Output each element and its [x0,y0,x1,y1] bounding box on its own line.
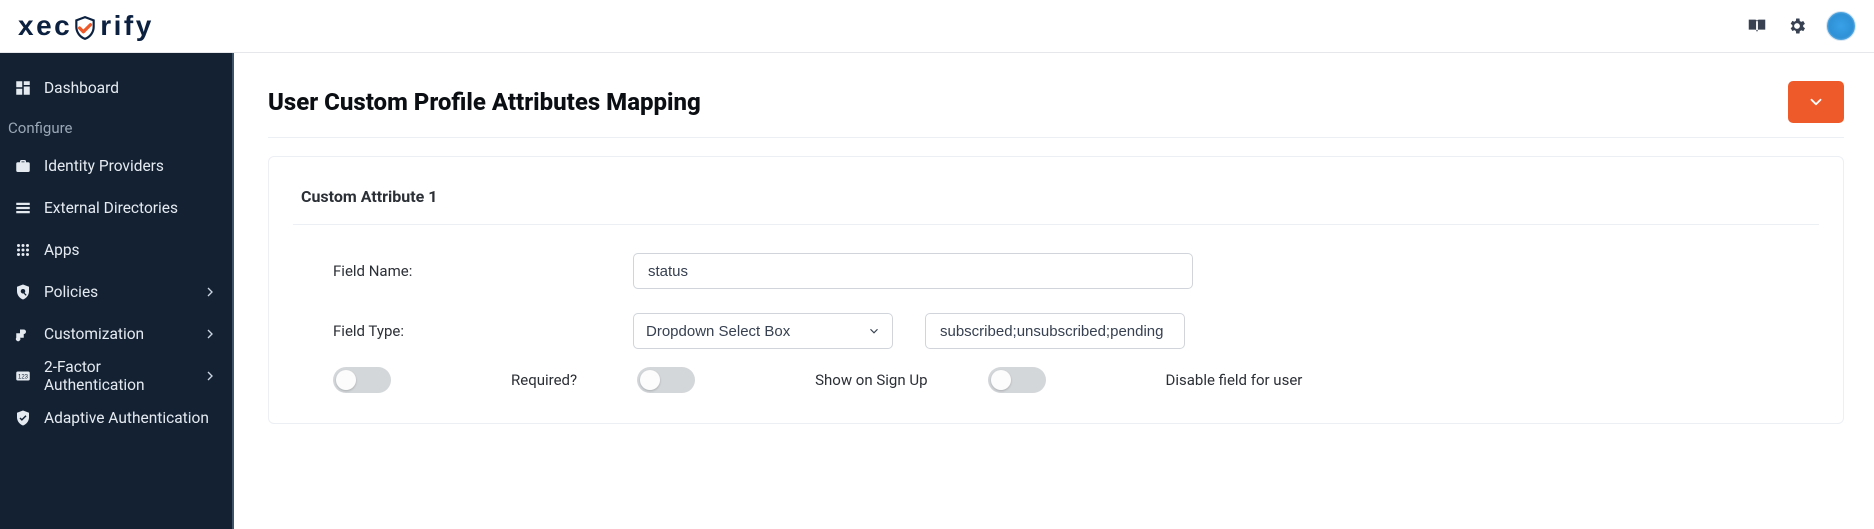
field-name-label: Field Name: [333,262,633,280]
field-type-select[interactable]: Dropdown Select Box [633,313,893,349]
card-title: Custom Attribute 1 [293,177,1819,224]
sidebar-item-apps[interactable]: Apps [0,229,232,271]
sidebar-item-label: Apps [44,241,218,259]
sidebar-item-policies[interactable]: Policies [0,271,232,313]
attribute-card: Custom Attribute 1 Field Name: Field Typ… [268,156,1844,424]
toggle-disable-label: Disable field for user [1166,371,1303,389]
toggle-show-signup-label: Show on Sign Up [815,371,927,389]
avatar[interactable] [1826,11,1856,41]
dashboard-icon [14,79,32,97]
key-badge-icon: 123 [14,367,32,385]
toggle-show-signup[interactable] [637,367,695,393]
page-header: User Custom Profile Attributes Mapping [268,81,1844,138]
toggle-knob [640,370,660,390]
sidebar-item-label: Customization [44,325,190,343]
toggle-disable[interactable] [988,367,1046,393]
sidebar-item-dashboard[interactable]: Dashboard [0,67,232,109]
chevron-right-icon [202,284,218,300]
logo-letter: i [114,10,122,42]
sidebar-item-external-directories[interactable]: External Directories [0,187,232,229]
puzzle-icon [14,325,32,343]
collapse-button[interactable] [1788,81,1844,123]
field-type-row: Dropdown Select Box [633,313,1193,349]
options-input[interactable] [925,313,1185,349]
topbar: x e c r i f y [0,0,1874,53]
sidebar-item-label: Dashboard [44,79,218,97]
content: User Custom Profile Attributes Mapping C… [234,53,1874,529]
toggle-show-signup-block: Show on Sign Up [637,367,927,393]
top-actions [1746,11,1856,41]
sidebar-item-2fa[interactable]: 123 2-Factor Authentication [0,355,232,397]
field-type-label: Field Type: [333,322,633,340]
toggle-disable-block: Disable field for user [988,367,1303,393]
chevron-right-icon [202,368,218,384]
form-grid: Field Name: Field Type: Dropdown Select … [293,253,1819,349]
logo-letter: e [36,10,52,42]
chevron-down-icon [1807,93,1825,111]
sidebar-item-label: 2-Factor Authentication [44,358,190,394]
logo-letter: x [18,10,34,42]
logo-letter: f [124,10,134,42]
sidebar-item-customization[interactable]: Customization [0,313,232,355]
sidebar-item-label: Identity Providers [44,157,218,175]
sidebar-item-adaptive-auth[interactable]: Adaptive Authentication [0,397,232,439]
sidebar-item-label: External Directories [44,199,218,217]
field-name-input[interactable] [633,253,1193,289]
sidebar-item-label: Policies [44,283,190,301]
gear-icon[interactable] [1786,15,1808,37]
sidebar-item-identity-providers[interactable]: Identity Providers [0,145,232,187]
field-type-select-wrap: Dropdown Select Box [633,313,893,349]
shield-search-icon [14,283,32,301]
chevron-right-icon [202,326,218,342]
toggle-required-block: Required? [333,367,577,393]
brand-logo: x e c r i f y [18,10,152,42]
toggle-required[interactable] [333,367,391,393]
page-title: User Custom Profile Attributes Mapping [268,88,701,116]
logo-letter: c [54,10,70,42]
logo-letter: y [136,10,152,42]
shell: Dashboard Configure Identity Providers E… [0,53,1874,529]
apps-icon [14,241,32,259]
sidebar-section-label: Configure [0,109,232,145]
toggle-knob [336,370,356,390]
book-icon[interactable] [1746,15,1768,37]
logo-letter: r [100,10,111,42]
sidebar: Dashboard Configure Identity Providers E… [0,53,234,529]
sidebar-item-label: Adaptive Authentication [44,409,218,427]
toggle-required-label: Required? [511,371,577,389]
briefcase-icon [14,157,32,175]
divider [293,224,1819,225]
list-icon [14,199,32,217]
toggles-row: Required? Show on Sign Up Disable field … [293,349,1819,393]
svg-text:123: 123 [18,374,29,380]
toggle-knob [991,370,1011,390]
shield-check-icon [14,409,32,427]
shield-icon [72,15,98,41]
